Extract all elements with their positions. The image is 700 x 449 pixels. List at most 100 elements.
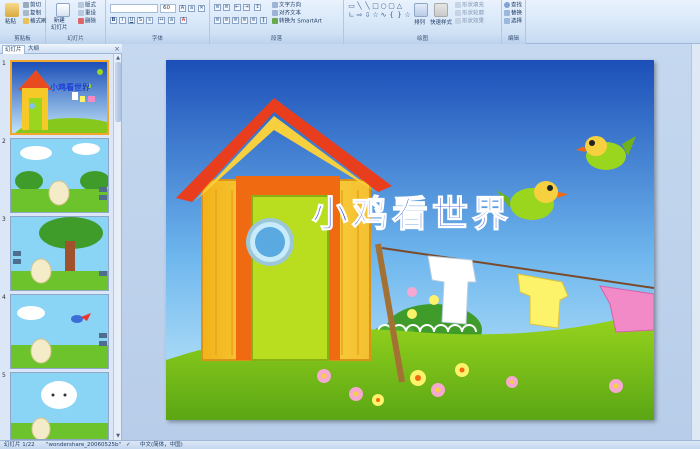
align-text-button[interactable]: 对齐文本 [272,10,301,18]
slide-art: 小鸡看世界 [166,60,654,420]
decrease-indent-icon[interactable]: ⇤ [234,4,241,11]
font-group-label: 字体 [106,35,209,44]
language[interactable]: 中文(简体，中国) [140,441,183,449]
slide-thumbnail-4[interactable] [10,294,109,369]
slide-editor: 小鸡看世界 [122,44,700,440]
font-size-combo[interactable]: 60 [160,4,176,13]
align-right-icon[interactable]: ≡ [232,17,239,24]
quick-styles-button[interactable]: 快速样式 [430,20,452,27]
shape-angle-icon[interactable]: ∟ [348,12,355,19]
tab-slides[interactable]: 幻灯片 [2,45,25,54]
bold-icon[interactable]: B [110,17,117,24]
quick-styles-icon[interactable] [434,3,448,17]
slide-thumbnail-1[interactable]: 小鸡看世界 [10,60,109,135]
scrollbar-thumb[interactable] [115,62,121,122]
smartart-icon [272,18,278,24]
cut-button[interactable]: 剪切 [23,2,41,10]
paste-icon[interactable] [5,3,19,17]
line-spacing-icon[interactable]: ↕ [254,4,261,11]
italic-icon[interactable]: I [119,17,126,24]
char-spacing-icon[interactable]: ↔ [158,17,165,24]
change-case-icon[interactable]: a [168,17,175,24]
shape-curve-icon[interactable]: ∿ [380,12,387,19]
slide-thumbnail-3[interactable] [10,216,109,291]
scroll-up-icon[interactable]: ▲ [114,54,122,62]
scroll-down-icon[interactable]: ▼ [114,432,122,440]
thumb-number: 3 [2,216,6,223]
format-painter-label: 格式刷 [30,18,47,25]
pane-scrollbar[interactable]: ▲ ▼ [113,54,121,440]
copy-icon [23,10,29,16]
shape-star-icon[interactable]: ☆ [372,12,379,19]
delete-label: 删除 [85,18,97,25]
shape-triangle-icon[interactable]: △ [396,3,403,10]
shape-line2-icon[interactable]: ╲ [364,3,371,10]
font-color-icon[interactable]: A [180,17,187,24]
shape-outline-button[interactable]: 形状轮廓 [455,10,484,18]
editor-scrollbar[interactable] [691,44,700,440]
reset-button[interactable]: 重设 [78,10,96,18]
justify-icon[interactable]: ≡ [241,17,248,24]
shape-star2-icon[interactable]: ☆ [404,12,411,19]
thumb-1-art: 小鸡看世界 [12,62,107,133]
new-slide-icon[interactable] [56,3,70,17]
shape-brace-icon[interactable]: { [388,12,395,19]
font-group: 60 A a ✕ B I U S s ↔ a A 字体 [106,0,210,44]
paste-button[interactable]: 粘贴 [5,19,16,26]
numbering-icon[interactable]: ≡ [223,4,230,11]
smartart-button[interactable]: 转换为 SmartArt [272,18,322,26]
select-button[interactable]: 选择 [504,18,522,26]
copy-label: 复制 [30,10,42,17]
shrink-font-icon[interactable]: a [188,5,195,12]
arrange-button[interactable]: 排列 [414,20,425,27]
distributed-icon[interactable]: ≡ [250,17,257,24]
paragraph-group-label: 段落 [210,35,343,44]
close-icon[interactable]: × [114,45,120,53]
shape-arrow-right-icon[interactable]: ⇨ [356,12,363,19]
shape-rectangle-icon[interactable]: ▭ [348,3,355,10]
slide-thumbnail-5[interactable] [10,372,109,440]
shadow-icon[interactable]: s [146,17,153,24]
shape-rounded-icon[interactable]: ▢ [388,3,395,10]
slide-title[interactable]: 小鸡看世界 [311,193,512,235]
shape-effects-button[interactable]: 形状效果 [455,18,484,26]
strikethrough-icon[interactable]: S [137,17,144,24]
replace-button[interactable]: 替换 [504,10,522,18]
tab-outline[interactable]: 大纲 [26,45,41,54]
increase-indent-icon[interactable]: ⇥ [243,4,250,11]
smartart-label: 转换为 SmartArt [279,18,323,25]
layout-button[interactable]: 版式 [78,2,96,10]
select-label: 选择 [511,18,523,25]
font-name-combo[interactable] [110,4,158,13]
reset-label: 重设 [85,10,97,17]
shape-brace2-icon[interactable]: } [396,12,403,19]
bullets-icon[interactable]: ≡ [214,4,221,11]
shape-line-icon[interactable]: ╲ [356,3,363,10]
grow-font-icon[interactable]: A [179,5,186,12]
slides-pane: 幻灯片 大纲 × 1 小鸡看世界 2 3 4 5 ▲ ▼ [0,44,122,440]
current-slide[interactable]: 小鸡看世界 [166,60,654,420]
clear-format-icon[interactable]: ✕ [198,5,205,12]
columns-icon[interactable]: ‖ [260,17,267,24]
copy-button[interactable]: 复制 [23,10,41,18]
align-center-icon[interactable]: ≡ [223,17,230,24]
arrange-icon[interactable] [414,3,428,17]
drawing-group-label: 绘图 [344,35,501,44]
spellcheck-icon[interactable]: ✓ [126,441,131,449]
align-left-icon[interactable]: ≡ [214,17,221,24]
find-button[interactable]: 查找 [504,2,522,10]
align-text-icon [272,10,278,16]
shape-fill-button[interactable]: 形状填充 [455,2,484,10]
shape-oval-icon[interactable]: ○ [380,3,387,10]
slide-thumbnail-2[interactable] [10,138,109,213]
new-slide-button[interactable]: 新建 幻灯片 [51,18,68,32]
thumb-number: 2 [2,138,6,145]
delete-button[interactable]: 删除 [78,18,96,26]
format-painter-button[interactable]: 格式刷 [23,18,47,26]
text-direction-button[interactable]: 文字方向 [272,2,301,10]
shape-arrow-down-icon[interactable]: ⇩ [364,12,371,19]
underline-icon[interactable]: U [128,17,135,24]
drawing-group: ▭ ╲ ╲ □ ○ ▢ △ ∟ ⇨ ⇩ ☆ ∿ { } ☆ 排列 快速样式 形状… [344,0,502,44]
thumb-5-art [11,373,108,439]
shape-square-icon[interactable]: □ [372,3,379,10]
